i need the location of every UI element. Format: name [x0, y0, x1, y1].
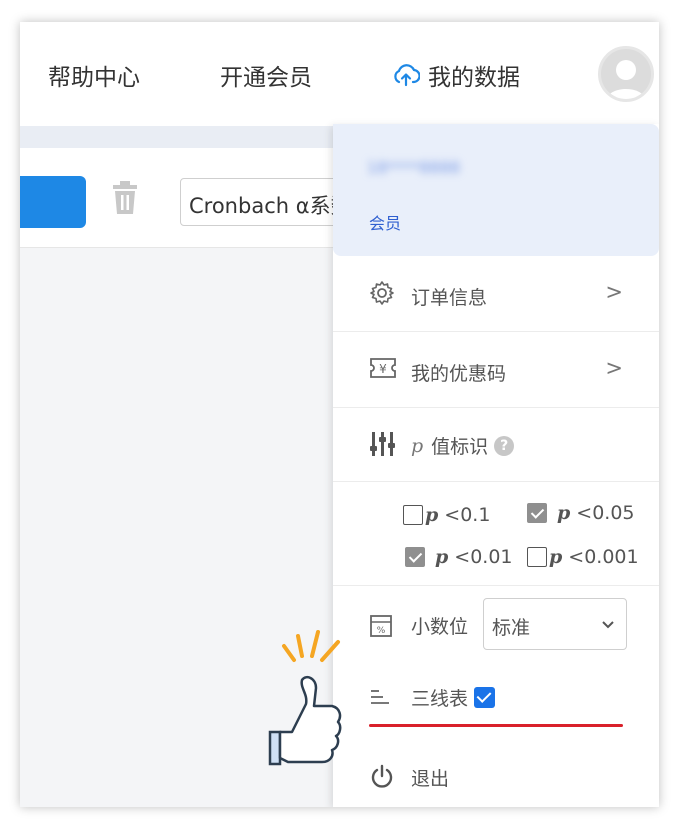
user-silhouette-icon: [606, 60, 646, 99]
member-badge[interactable]: 会员: [369, 210, 401, 234]
decimal-places-row: % 小数位 标准: [333, 586, 659, 666]
thumbs-up-icon: [256, 628, 346, 772]
p-option-0.05[interactable]: p <0.05: [527, 502, 635, 524]
gear-icon: [369, 280, 395, 310]
my-coupon-label: 我的优惠码: [411, 363, 507, 385]
p-value-options: p <0.1 p <0.05 p <0.01 p <0.001: [333, 482, 659, 586]
decimal-places-select[interactable]: 标准: [483, 598, 627, 650]
account-summary: 18****8888 会员: [333, 124, 659, 256]
checkbox-unchecked[interactable]: [527, 547, 547, 567]
my-data-label: 我的数据: [428, 65, 520, 91]
chevron-down-icon: [600, 615, 616, 637]
p-value-marker-header: p 值标识 ?: [333, 408, 659, 482]
svg-text:%: %: [377, 626, 386, 636]
checkbox-checked[interactable]: [405, 547, 425, 567]
power-icon: [369, 764, 395, 794]
coupon-icon: ¥: [369, 356, 397, 384]
three-line-table-label: 三线表: [411, 688, 469, 710]
chevron-right-icon: >: [605, 280, 623, 304]
account-id-blurred: 18****8888: [367, 158, 461, 177]
menu-item-my-coupon[interactable]: ¥ 我的优惠码 >: [333, 332, 659, 408]
p-option-0.001[interactable]: p <0.001: [527, 546, 639, 568]
svg-text:¥: ¥: [379, 362, 387, 376]
logout-label: 退出: [411, 768, 450, 790]
checkbox-unchecked[interactable]: [403, 505, 423, 525]
primary-action-button[interactable]: [20, 176, 86, 228]
my-data-link[interactable]: 我的数据: [392, 58, 520, 92]
highlight-underline: [369, 724, 623, 727]
sliders-icon: [369, 430, 397, 462]
cloud-upload-icon: [392, 63, 420, 87]
help-center-link[interactable]: 帮助中心: [48, 58, 140, 92]
list-lines-icon: [369, 688, 391, 710]
three-line-table-row[interactable]: 三线表: [333, 666, 659, 727]
chevron-right-icon: >: [605, 356, 623, 380]
trash-icon[interactable]: [110, 180, 140, 220]
app-window: 帮助中心 开通会员 我的数据 Cronbach α系数 18****8888 会…: [20, 22, 659, 807]
menu-item-order-info[interactable]: 订单信息 >: [333, 256, 659, 332]
open-membership-link[interactable]: 开通会员: [220, 58, 312, 92]
logout-row[interactable]: 退出: [333, 758, 659, 807]
decimal-places-value: 标准: [492, 617, 531, 639]
checkbox-checked[interactable]: [527, 503, 547, 523]
top-header: 帮助中心 开通会员 我的数据: [20, 22, 659, 126]
order-info-label: 订单信息: [411, 287, 488, 309]
p-option-0.1[interactable]: p <0.1: [403, 504, 490, 526]
calculator-icon: %: [369, 614, 393, 642]
three-line-table-checkbox[interactable]: [474, 687, 496, 708]
p-option-0.01[interactable]: p <0.01: [405, 546, 513, 568]
user-dropdown-menu: 18****8888 会员 订单信息 > ¥ 我的优惠码 > p 值标识 ? p…: [333, 124, 659, 807]
user-avatar[interactable]: [598, 46, 654, 102]
p-symbol: p: [411, 434, 424, 457]
help-icon[interactable]: ?: [494, 435, 515, 456]
decimal-places-label: 小数位: [411, 616, 469, 638]
p-value-label: 值标识: [431, 436, 489, 458]
